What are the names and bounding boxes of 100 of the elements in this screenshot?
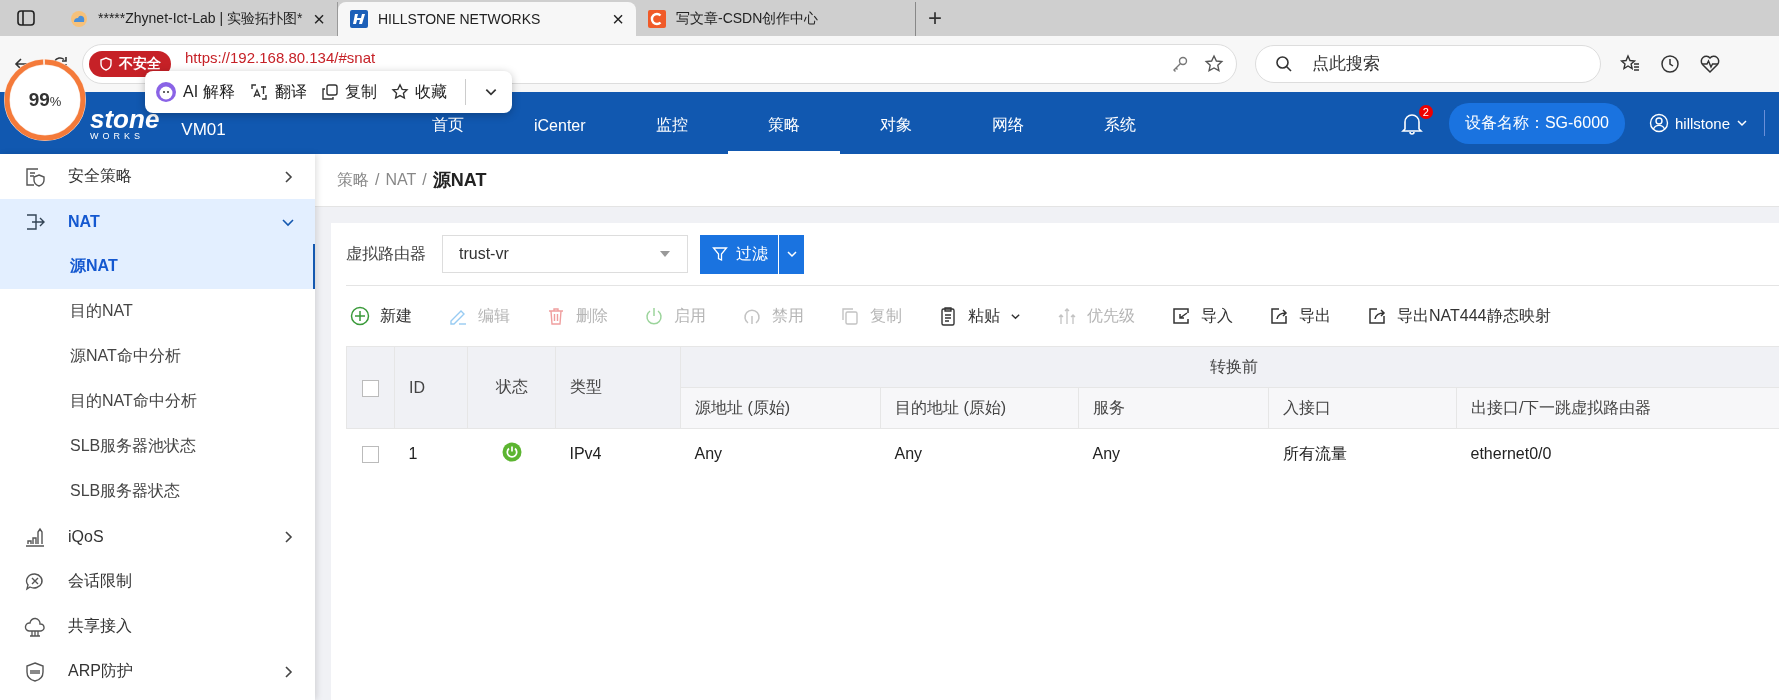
sidebar-subitem[interactable]: 目的NAT命中分析 [0,379,315,424]
breadcrumb-item: 源NAT [432,169,487,192]
logo-text: stone [90,105,160,132]
device-name-pill: 设备名称：SG-6000 [1448,102,1625,144]
breadcrumb-item[interactable]: 策略 [337,169,369,191]
table-cell: ethernet0/0 [1470,445,1552,462]
bell-icon[interactable] [1400,111,1423,135]
column-header: ID [409,378,425,396]
h-logo-icon [350,10,368,28]
breadcrumb-separator: / [422,171,427,189]
row-checkbox[interactable] [362,446,379,464]
export-icon [1269,306,1289,326]
tab-title: *****Zhynet-Ict-Lab | 实验拓扑图* [98,10,304,28]
sidebar-subitem[interactable]: 源NAT [0,244,315,289]
caret-icon [1736,117,1748,129]
sidebar-subitem[interactable]: 源NAT命中分析 [0,334,315,379]
sidebar-subitem[interactable]: SLB服务器池状态 [0,424,315,469]
breadcrumb-item[interactable]: NAT [385,171,417,189]
table-cell: Any [694,445,723,462]
url-text: https://192.168.80.134/#snat [185,49,376,66]
star-icon[interactable] [1204,54,1224,74]
filter-button[interactable]: 过滤 [700,234,778,274]
toolbar-button[interactable]: 导出 [1265,305,1335,327]
nav-tab[interactable]: 对象 [839,92,952,154]
star-icon [390,83,409,101]
table-cell: 所有流量 [1282,444,1347,462]
import-icon [1171,306,1191,326]
sidebar-item[interactable]: 会话限制 [0,559,315,604]
column-header: 状态 [495,378,528,395]
nav-tab[interactable]: iCenter [503,92,616,154]
close-tab-icon[interactable]: × [313,7,325,31]
user-menu[interactable]: hillstone [1648,113,1748,133]
column-header: 源地址 (原始) [695,398,791,416]
column-header: 目的地址 (原始) [895,398,1007,416]
sidebar-subitem[interactable]: SLB服务器状态 [0,469,315,514]
copy-icon [320,83,339,101]
toolbar-button[interactable]: 导入 [1167,305,1237,327]
nav-tab[interactable]: 监控 [615,92,728,154]
new-tab-icon[interactable]: + [928,4,942,32]
table-cell: 1 [408,445,418,462]
c-logo-icon [648,10,666,28]
popup-button[interactable]: 收藏 [390,81,447,103]
plus-circle-icon [350,306,370,326]
popup-button[interactable]: 翻译 [248,81,307,103]
sidebar-item[interactable]: 共享接入 [0,604,315,649]
table-cell: Any [1092,445,1121,462]
column-header: 类型 [570,378,602,395]
popup-button[interactable]: AI 解释 [155,81,235,103]
cloud-icon [24,615,46,638]
history-icon[interactable] [1659,53,1681,75]
table-cell: Any [894,445,923,462]
toolbar-button[interactable]: 新建 [346,305,416,327]
browser-tab[interactable]: HILLSTONE NETWORKS × [338,2,636,36]
shield-icon [99,57,113,71]
tab-title: HILLSTONE NETWORKS [378,11,542,27]
toolbar-button[interactable]: 粘贴 [934,305,1025,327]
column-header: 服务 [1093,398,1125,416]
caret-icon [785,248,798,260]
search-field[interactable]: 点此搜索 [1255,45,1601,83]
popup-button[interactable]: 复制 [320,81,377,103]
tab-title: 写文章-CSDN创作中心 [676,10,820,28]
router-select[interactable]: trust-vr [442,235,688,273]
nav-tab[interactable]: 系统 [1063,92,1176,154]
chat-x-icon [24,570,46,593]
sidebar-item[interactable]: NAT [0,199,315,244]
robot-icon [155,81,177,103]
security-badge[interactable]: 不安全 [89,51,171,77]
percent-text: 99% [28,89,62,111]
filter-dropdown-button[interactable] [778,234,804,274]
toolbar-button[interactable]: 导出NAT444静态映射 [1363,305,1555,327]
nav-tab[interactable]: 网络 [951,92,1064,154]
address-field[interactable]: 不安全 https://192.168.80.134/#snat [82,44,1237,84]
sidebar-item[interactable]: 安全策略 [0,154,315,199]
field-label: 虚拟路由器 [346,243,426,264]
search-icon [1275,55,1293,73]
sidebar-subitem[interactable]: 目的NAT [0,289,315,334]
sidebar-item[interactable]: iQoS [0,514,315,559]
notification-badge: 2 [1418,105,1433,119]
user-icon [1648,113,1669,133]
table-cell: IPv4 [569,445,602,462]
clipboard-icon [938,306,958,326]
cloud-icon [70,10,88,28]
select-all-checkbox[interactable] [362,379,379,397]
power-icon [644,306,664,326]
shield-document-icon [24,165,46,188]
column-header: 入接口 [1283,398,1331,416]
logo-subtext: WORKS [90,131,145,141]
bar-chart-icon [24,525,46,548]
close-tab-icon[interactable]: × [612,7,624,31]
translate-icon [248,82,269,102]
badge-shield-icon [24,660,46,683]
heart-pulse-icon[interactable] [1699,53,1721,75]
tab-actions-icon[interactable] [16,8,36,28]
device-label: VM01 [181,120,226,140]
dropdown-arrow-icon [659,250,671,258]
sort-arrows-icon [1057,306,1077,326]
column-header: 出接口/下一跳虚拟路由器 [1471,398,1652,416]
export-icon [1367,306,1387,326]
column-group-header: 转换前 [1209,357,1258,375]
sidebar-item[interactable]: ARP防护 [0,649,315,694]
